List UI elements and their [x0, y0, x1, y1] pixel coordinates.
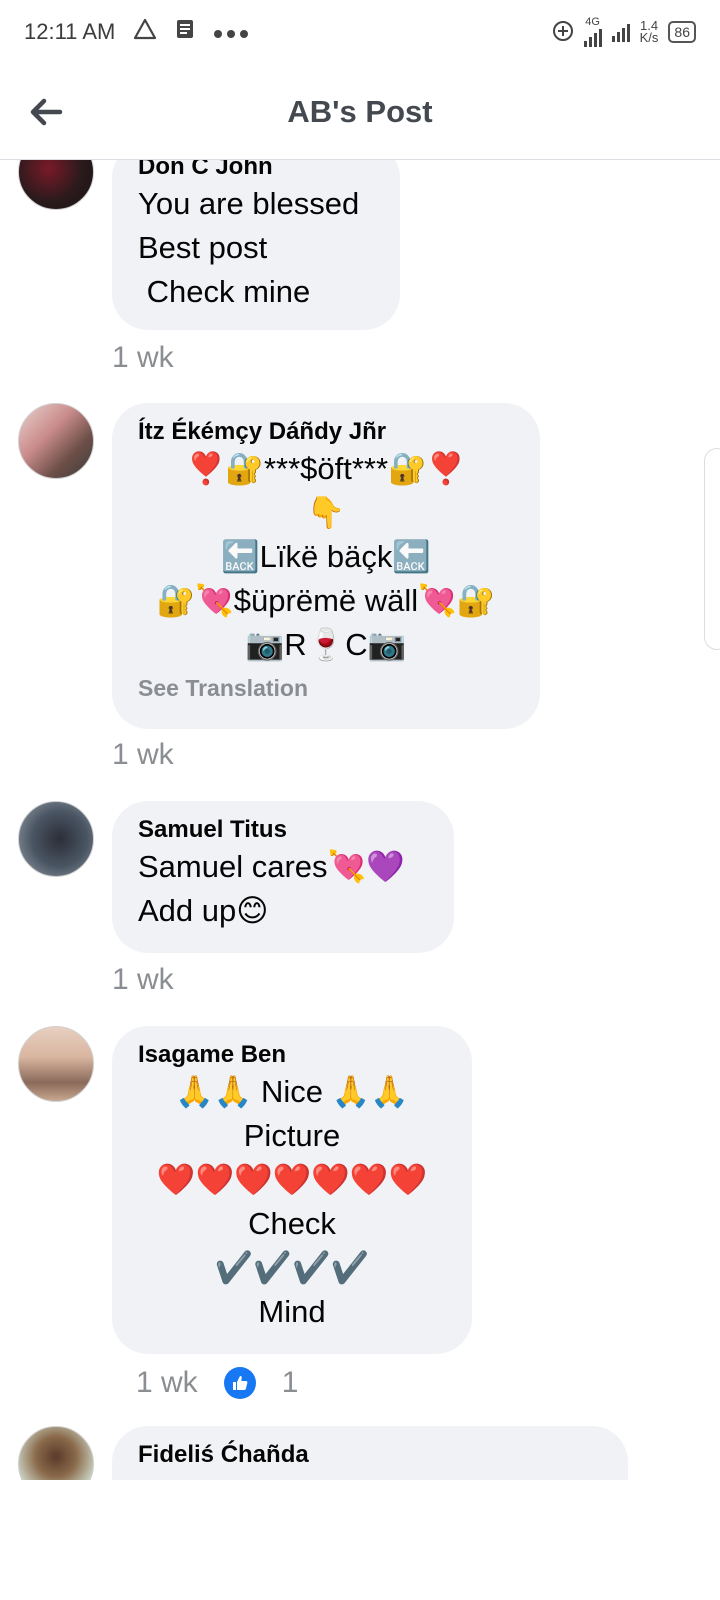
comment-line: ❤️❤️❤️❤️❤️❤️❤️ — [156, 1162, 428, 1197]
warning-icon — [133, 18, 157, 46]
comment-line: Samuel cares💘💜 — [138, 849, 405, 884]
comment-line: Check — [248, 1206, 336, 1241]
net-speed: 1.4 K/s — [639, 19, 659, 45]
comment-line: Mind — [258, 1294, 326, 1329]
comment-line: ✔️✔️✔️✔️ — [214, 1250, 370, 1285]
comment-line: 👇 — [306, 495, 346, 530]
back-arrow-icon — [30, 98, 63, 126]
avatar[interactable] — [18, 1026, 94, 1102]
comment-line: Check mine — [138, 274, 311, 309]
signal-icon-2 — [611, 22, 630, 42]
comment-author[interactable]: Ítz Ékémçy Dáñdy Jñr — [138, 417, 514, 447]
comment-time[interactable]: 1 wk — [112, 963, 174, 997]
avatar[interactable] — [18, 403, 94, 479]
signal-4g: 4G — [583, 16, 602, 47]
page-title: AB's Post — [287, 93, 433, 129]
comment-bubble: Samuel Titus Samuel cares💘💜 Add up😊 — [112, 801, 454, 953]
post-header: AB's Post — [0, 64, 720, 160]
comment-line: You are blessed — [138, 186, 360, 221]
comment-line: Add up😊 — [138, 893, 269, 928]
data-saver-icon — [552, 20, 574, 45]
comment-line: 📷R🍷C📷 — [245, 627, 407, 662]
more-notifications-icon — [213, 19, 249, 45]
avatar[interactable] — [18, 160, 94, 210]
comment-author[interactable]: Don C John — [138, 160, 374, 182]
see-translation-link[interactable]: See Translation — [138, 675, 514, 702]
net-speed-unit: K/s — [639, 30, 659, 45]
avatar[interactable] — [18, 801, 94, 877]
comment-line: 🙏🙏 Nice 🙏🙏 — [175, 1074, 409, 1109]
status-left: 12:11 AM — [24, 18, 249, 46]
comment-time[interactable]: 1 wk — [136, 1366, 198, 1400]
comment-author[interactable]: Samuel Titus — [138, 815, 428, 845]
comment-bubble: Isagame Ben 🙏🙏 Nice 🙏🙏 Picture ❤️❤️❤️❤️❤… — [112, 1026, 472, 1354]
back-button[interactable] — [26, 92, 66, 132]
status-time: 12:11 AM — [24, 19, 116, 44]
comment-author[interactable]: Fideliś Ćhañda — [138, 1440, 602, 1470]
comment-line: Picture — [243, 1118, 341, 1153]
battery-level: 86 — [674, 24, 690, 40]
like-count[interactable]: 1 — [282, 1366, 299, 1400]
status-right: 4G 1.4 K/s 86 — [552, 17, 696, 47]
comment-line: 🔐💘$üprëmë wäll💘🔐 — [156, 583, 496, 618]
status-bar: 12:11 AM 4G 1.4 K/s 86 — [0, 0, 720, 64]
comment-time[interactable]: 1 wk — [112, 738, 174, 772]
signal-icon — [583, 27, 602, 47]
comment-meta-row: 1 wk 1 — [136, 1366, 298, 1400]
comment-line: Best post — [138, 230, 268, 265]
side-panel-handle[interactable] — [704, 448, 720, 650]
network-type: 4G — [585, 16, 600, 28]
comment-line: ❣️🔐***$öft***🔐❣️ — [186, 451, 466, 486]
document-icon — [175, 18, 195, 46]
comment-bubble: Don C John You are blessed Best post Che… — [112, 160, 400, 330]
comment-time[interactable]: 1 wk — [112, 341, 174, 375]
comment-bubble: Fideliś Ćhañda — [112, 1426, 628, 1480]
comment-bubble: Ítz Ékémçy Dáñdy Jñr ❣️🔐***$öft***🔐❣️ 👇 … — [112, 403, 540, 729]
comment-line: 🔙Lïkë bäçk🔙 — [221, 539, 431, 574]
avatar[interactable] — [18, 1426, 94, 1480]
battery-icon: 86 — [668, 21, 696, 43]
like-reaction-icon[interactable] — [223, 1367, 256, 1399]
comments-list: Don C John You are blessed Best post Che… — [0, 160, 720, 1480]
comment-author[interactable]: Isagame Ben — [138, 1040, 446, 1070]
